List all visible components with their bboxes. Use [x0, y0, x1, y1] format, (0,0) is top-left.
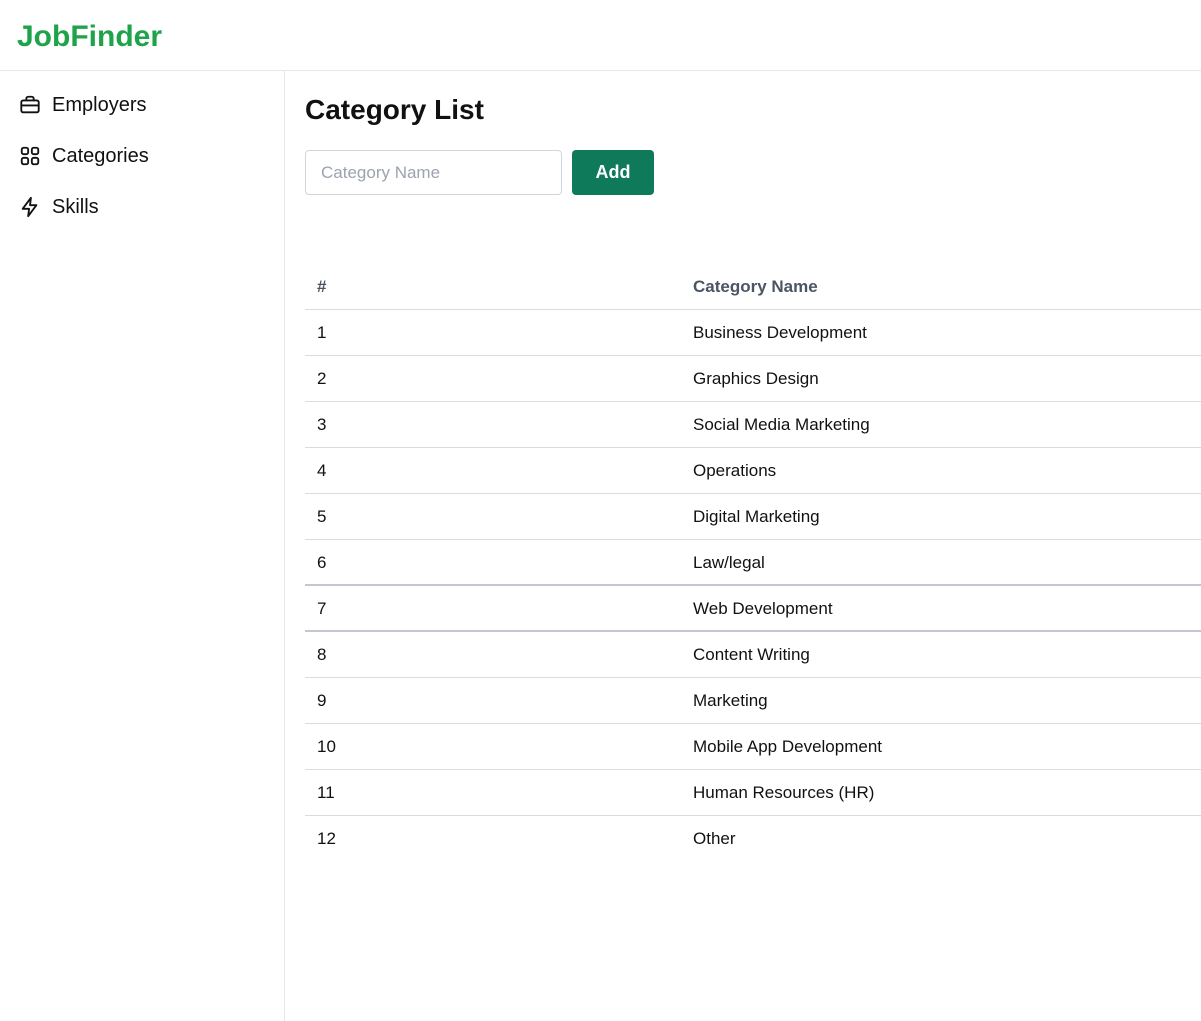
- sidebar: Employers Categories Skills: [0, 71, 285, 1021]
- lightning-icon: [18, 196, 41, 219]
- table-row: 7 Web Development: [305, 586, 1201, 632]
- table-row: 9 Marketing: [305, 678, 1201, 724]
- brand-logo[interactable]: JobFinder: [17, 20, 162, 54]
- table-header: # Category Name: [305, 264, 1201, 310]
- category-table: # Category Name 1 Business Development 2 G…: [305, 264, 1201, 862]
- briefcase-icon: [18, 94, 41, 117]
- row-number: 12: [317, 829, 336, 848]
- row-number: 2: [317, 369, 327, 388]
- row-category-name: Other: [693, 829, 736, 848]
- table-row: 8 Content Writing: [305, 632, 1201, 678]
- sidebar-item-label: Employers: [52, 93, 147, 116]
- sidebar-item-categories[interactable]: Categories: [18, 141, 149, 171]
- row-category-name: Business Development: [693, 323, 867, 342]
- row-category-name: Operations: [693, 461, 777, 480]
- table-row: 5 Digital Marketing: [305, 494, 1201, 540]
- row-number: 7: [317, 599, 327, 618]
- row-category-name: Law/legal: [693, 553, 765, 572]
- row-category-name: Content Writing: [693, 645, 810, 664]
- row-category-name: Marketing: [693, 691, 768, 710]
- column-header-number: #: [317, 277, 327, 296]
- row-category-name: Mobile App Development: [693, 737, 883, 756]
- grid-icon: [18, 145, 41, 168]
- row-category-name: Social Media Marketing: [693, 415, 870, 434]
- table-row: 6 Law/legal: [305, 540, 1201, 586]
- sidebar-item-label: Categories: [52, 144, 149, 167]
- sidebar-item-employers[interactable]: Employers: [18, 90, 146, 120]
- table-row: 3 Social Media Marketing: [305, 402, 1201, 448]
- column-header-category-name: Category Name: [693, 277, 818, 296]
- row-number: 10: [317, 737, 336, 756]
- row-number: 5: [317, 507, 327, 526]
- row-number: 8: [317, 645, 327, 664]
- top-bar: JobFinder: [0, 0, 1201, 71]
- row-number: 9: [317, 691, 327, 710]
- row-number: 6: [317, 553, 327, 572]
- table-row: 10 Mobile App Development: [305, 724, 1201, 770]
- page-title: Category List: [305, 94, 484, 125]
- row-number: 11: [317, 783, 335, 802]
- sidebar-item-label: Skills: [52, 195, 99, 218]
- sidebar-item-skills[interactable]: Skills: [18, 192, 99, 222]
- row-category-name: Human Resources (HR): [693, 783, 875, 802]
- table-row: 11 Human Resources (HR): [305, 770, 1201, 816]
- add-button[interactable]: Add: [572, 150, 654, 195]
- table-row: 12 Other: [305, 816, 1201, 862]
- row-category-name: Web Development: [693, 599, 833, 618]
- table-row: 2 Graphics Design: [305, 356, 1201, 402]
- table-row: 4 Operations: [305, 448, 1201, 494]
- row-category-name: Digital Marketing: [693, 507, 820, 526]
- row-category-name: Graphics Design: [693, 369, 819, 388]
- row-number: 4: [317, 461, 327, 480]
- category-name-input[interactable]: [305, 150, 562, 195]
- row-number: 1: [317, 323, 327, 342]
- row-number: 3: [317, 415, 327, 434]
- main-content: Category List Add # Category Name 1 Busin…: [285, 71, 1201, 1021]
- table-row: 1 Business Development: [305, 310, 1201, 356]
